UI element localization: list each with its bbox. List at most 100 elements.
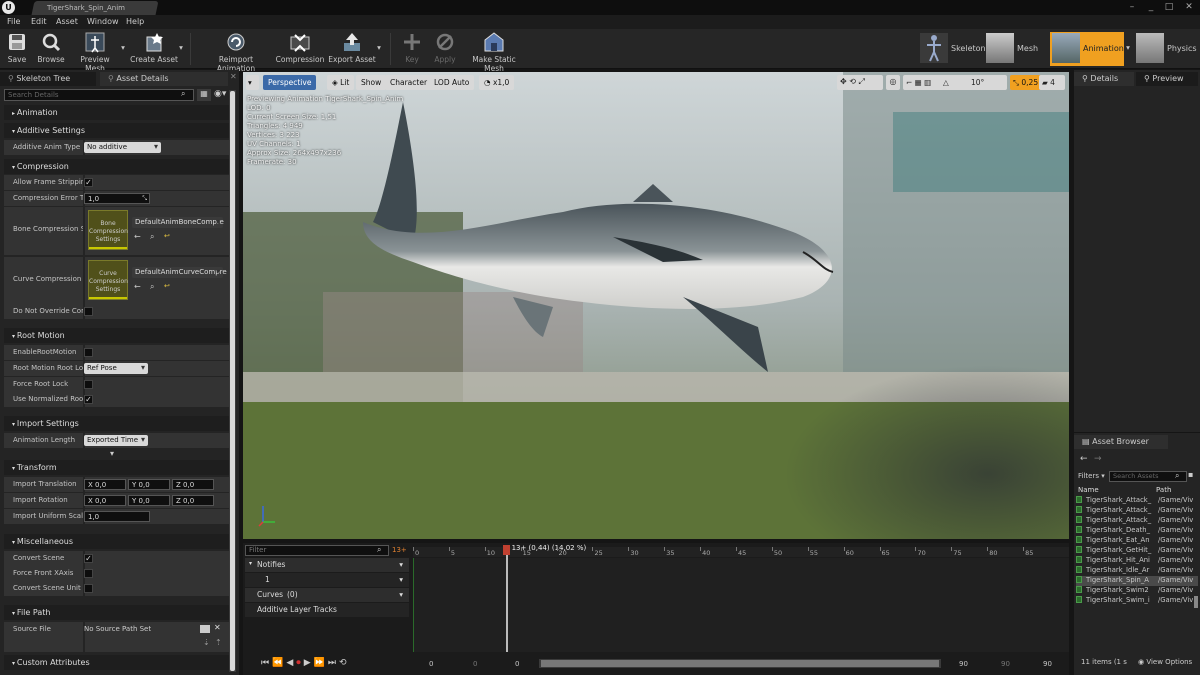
category-compression[interactable]: ▾ Compression <box>4 159 230 174</box>
apply-button[interactable]: Apply <box>432 31 458 64</box>
range-view-start-value[interactable]: 0 <box>473 660 477 668</box>
force-front-checkbox[interactable] <box>84 569 93 578</box>
compression-button[interactable]: Compression <box>274 31 326 64</box>
camera-speed-button[interactable]: ▰ 4 <box>1039 75 1065 90</box>
asset-list-item[interactable]: TigerShark_Swim_i/Game/Viv <box>1076 596 1198 606</box>
category-import-settings[interactable]: ▾ Import Settings <box>4 416 230 431</box>
browse-button[interactable]: Browse <box>35 31 67 64</box>
menu-file[interactable]: File <box>7 17 20 26</box>
animation-length-combo[interactable]: Exported Time <box>84 435 148 446</box>
allow-frame-checkbox[interactable]: ✓ <box>84 178 93 187</box>
curve-compression-thumbnail[interactable]: Curve Compression Settings <box>88 260 128 300</box>
notifies-track[interactable]: ▾ Notifies ▾ <box>245 558 409 572</box>
play-reverse-icon[interactable]: ◀ <box>286 658 296 668</box>
category-file-path[interactable]: ▾ File Path <box>4 605 230 620</box>
column-name-header[interactable]: Name <box>1078 486 1099 494</box>
tab-preview[interactable]: ⚲ Preview <box>1136 72 1198 86</box>
close-icon[interactable]: ✕ <box>1183 2 1195 13</box>
preview-viewport[interactable]: ▾ Perspective ◈ Lit Show Character LOD A… <box>243 72 1069 539</box>
category-root-motion[interactable]: ▾ Root Motion <box>4 328 230 343</box>
convert-scene-checkbox[interactable]: ✓ <box>84 554 93 563</box>
asset-list-item[interactable]: TigerShark_Death_ /Game/Viv <box>1076 526 1198 536</box>
asset-list-item[interactable]: TigerShark_Hit_Ani/Game/Viv <box>1076 556 1198 566</box>
asset-list-item[interactable]: TigerShark_Idle_Ar/Game/Viv <box>1076 566 1198 576</box>
world-local-icon[interactable]: ◎ <box>886 75 900 90</box>
skip-to-end-icon[interactable]: ⏭ <box>328 658 339 668</box>
export-asset-button[interactable]: Export Asset <box>328 31 376 64</box>
translation-z-field[interactable]: Z 0,0 <box>172 479 214 490</box>
skip-to-start-icon[interactable]: ⏮ <box>261 658 272 668</box>
translation-y-field[interactable]: Y 0,0 <box>128 479 170 490</box>
lod-button[interactable]: LOD Auto <box>429 75 475 90</box>
rotation-z-field[interactable]: Z 0,0 <box>172 495 214 506</box>
step-back-icon[interactable]: ⏪ <box>272 658 286 668</box>
reimport-animation-button[interactable]: Reimport Animation <box>200 31 272 73</box>
transform-tools-group[interactable]: ✥ ⟲ ⤢ <box>837 75 883 90</box>
mode-animation-button[interactable]: Animation <box>1050 32 1124 66</box>
range-end-value[interactable]: 90 <box>1043 660 1052 668</box>
advanced-expand-icon[interactable]: ▾ <box>110 449 114 458</box>
asset-list-item[interactable]: TigerShark_Spin_A/Game/Viv <box>1076 576 1198 586</box>
key-button[interactable]: Key <box>400 31 424 64</box>
menu-window[interactable]: Window <box>87 17 119 26</box>
upload-icon[interactable]: ⇡ <box>215 638 222 647</box>
bone-compression-thumbnail[interactable]: Bone Compression Settings <box>88 210 128 250</box>
show-button[interactable]: Show <box>356 75 387 90</box>
create-asset-dropdown-icon[interactable]: ▾ <box>177 43 185 52</box>
close-tab-icon[interactable]: ✕ <box>230 72 237 81</box>
rotation-x-field[interactable]: X 0,0 <box>84 495 126 506</box>
range-scrollbar[interactable] <box>539 659 941 668</box>
mode-mesh-button[interactable]: Mesh <box>984 32 1048 66</box>
playhead-handle[interactable] <box>502 545 510 555</box>
tab-skeleton-tree[interactable]: ⚲ Skeleton Tree <box>0 72 96 86</box>
asset-list-item[interactable]: TigerShark_GetHit_ /Game/Viv <box>1076 546 1198 556</box>
category-custom-attributes[interactable]: ▾ Custom Attributes <box>4 655 230 670</box>
category-additive-settings[interactable]: ▾ Additive Settings <box>4 123 230 138</box>
playhead[interactable] <box>505 545 508 652</box>
asset-list-item[interactable]: TigerShark_Swim2/Game/Viv <box>1076 586 1198 596</box>
export-dropdown-icon[interactable]: ▾ <box>375 43 383 52</box>
play-icon[interactable]: ▶ <box>304 658 314 668</box>
range-scrollbar-thumb[interactable] <box>541 660 939 667</box>
notify-track-dropdown-icon[interactable]: ▾ <box>399 575 403 584</box>
asset-list-item[interactable]: TigerShark_Eat_An/Game/Viv <box>1076 536 1198 546</box>
range-start-value[interactable]: 0 <box>429 660 433 668</box>
mode-skeleton-button[interactable]: Skeleton <box>918 32 986 66</box>
restore-icon[interactable]: □ <box>1163 2 1175 13</box>
tab-asset-details[interactable]: ⚲ Asset Details <box>100 72 228 86</box>
snap-controls[interactable]: ⌐ ▦ ▥ △ 10° <box>903 75 1007 90</box>
force-root-checkbox[interactable] <box>84 380 93 389</box>
arrow-left-icon[interactable]: ← <box>134 282 141 291</box>
asset-list-item[interactable]: TigerShark_Attack_ /Game/Viv <box>1076 496 1198 506</box>
mode-physics-button[interactable]: Physics <box>1134 32 1198 66</box>
menu-asset[interactable]: Asset <box>56 17 78 26</box>
category-transform[interactable]: ▾ Transform <box>4 460 230 475</box>
column-path-header[interactable]: Path <box>1156 486 1171 494</box>
additive-anim-type-combo[interactable]: No additive <box>84 142 161 153</box>
save-search-icon[interactable]: ▪ <box>1188 470 1193 479</box>
back-arrow-icon[interactable]: ← <box>1080 454 1088 464</box>
use-normalized-checkbox[interactable]: ✓ <box>84 395 93 404</box>
clear-icon[interactable]: ✕ <box>214 623 221 632</box>
asset-list-item[interactable]: TigerShark_Attack_ /Game/Viv <box>1076 516 1198 526</box>
download-icon[interactable]: ⇣ <box>203 638 210 647</box>
notify-track-row[interactable]: 1 ▾ <box>245 573 409 587</box>
menu-help[interactable]: Help <box>126 17 144 26</box>
create-asset-button[interactable]: Create Asset <box>130 31 178 64</box>
asset-list-item[interactable]: TigerShark_Attack_ /Game/Viv <box>1076 506 1198 516</box>
range-working-end-value[interactable]: 90 <box>959 660 968 668</box>
timeline-filter-input[interactable]: Filter <box>245 545 389 556</box>
search-asset-icon[interactable]: ⌕ <box>150 232 154 242</box>
search-asset-icon[interactable]: ⌕ <box>150 282 154 292</box>
perspective-button[interactable]: Perspective <box>263 75 317 90</box>
uniform-scale-field[interactable]: 1,0 <box>84 511 150 522</box>
document-tab[interactable]: TigerShark_Spin_Anim <box>31 1 159 15</box>
playback-speed-button[interactable]: ◔ x1,0 <box>479 75 515 90</box>
save-button[interactable]: Save <box>3 31 31 64</box>
notifies-dropdown-icon[interactable]: ▾ <box>399 560 403 569</box>
minimize-window-icon[interactable]: _ <box>1145 2 1157 13</box>
step-forward-icon[interactable]: ⏩ <box>314 658 328 668</box>
details-scrollbar-thumb[interactable] <box>230 91 235 671</box>
track-area[interactable] <box>413 558 1069 652</box>
loop-icon[interactable]: ⟲ <box>339 658 350 668</box>
